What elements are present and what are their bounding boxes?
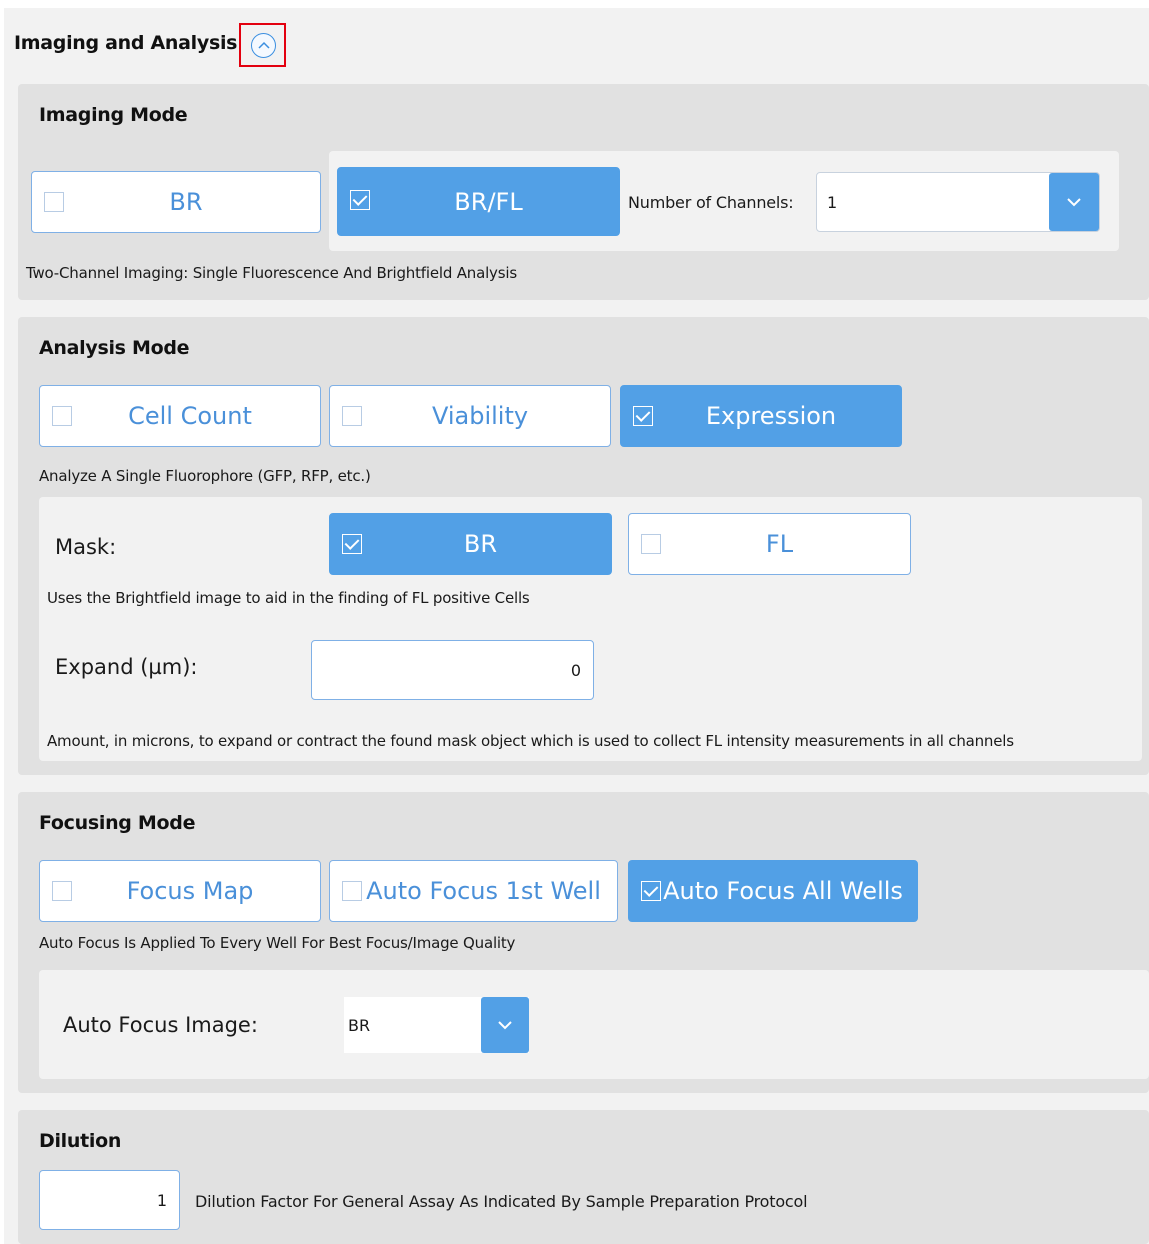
dilution-description: Dilution Factor For General Assay As Ind… (195, 1192, 808, 1211)
mask-br-label: BR (463, 530, 498, 558)
mask-br-toggle[interactable]: BR (329, 513, 612, 575)
expand-description: Amount, in microns, to expand or contrac… (47, 732, 1014, 750)
auto-focus-first-label: Auto Focus 1st Well (366, 877, 601, 905)
imaging-mode-section: Imaging Mode BR BR/FL Number of Channels… (18, 84, 1149, 300)
mask-fl-toggle[interactable]: FL (628, 513, 911, 575)
mask-description: Uses the Brightfield image to aid in the… (47, 589, 530, 607)
focusing-mode-section: Focusing Mode Focus Map Auto Focus 1st W… (18, 792, 1149, 1093)
imaging-brfl-label: BR/FL (454, 187, 523, 216)
page-title: Imaging and Analysis (14, 32, 238, 54)
channels-label: Number of Channels: (628, 193, 794, 212)
chevron-down-icon[interactable] (1049, 173, 1099, 231)
expression-toggle[interactable]: Expression (620, 385, 902, 447)
chevron-up-icon[interactable] (251, 33, 276, 58)
expression-label: Expression (705, 402, 837, 430)
analysis-mode-section: Analysis Mode Cell Count Viability Expre… (18, 317, 1149, 775)
dilution-title: Dilution (39, 1130, 122, 1152)
cell-count-toggle[interactable]: Cell Count (39, 385, 321, 447)
dilution-section: Dilution 1 Dilution Factor For General A… (18, 1110, 1149, 1244)
imaging-mode-description: Two-Channel Imaging: Single Fluorescence… (26, 264, 517, 282)
auto-focus-image-panel: Auto Focus Image: BR (39, 970, 1149, 1079)
expand-label: Expand (µm): (55, 655, 198, 679)
focus-map-label: Focus Map (126, 877, 254, 905)
channels-select[interactable]: 1 (816, 172, 1100, 232)
auto-focus-all-toggle[interactable]: Auto Focus All Wells (628, 860, 918, 922)
viability-label: Viability (431, 402, 529, 430)
collapse-button-highlight[interactable] (239, 23, 286, 67)
imaging-brfl-toggle[interactable]: BR/FL (337, 167, 620, 236)
focus-map-toggle[interactable]: Focus Map (39, 860, 321, 922)
auto-focus-image-value: BR (348, 1015, 371, 1035)
imaging-br-toggle[interactable]: BR (31, 171, 321, 233)
imaging-analysis-panel: Imaging and Analysis Imaging Mode BR BR/… (4, 8, 1149, 1244)
analysis-mode-description: Analyze A Single Fluorophore (GFP, RFP, … (39, 467, 371, 485)
imaging-mode-title: Imaging Mode (39, 104, 188, 126)
expand-input[interactable]: 0 (311, 640, 594, 700)
chevron-down-icon[interactable] (481, 997, 529, 1053)
auto-focus-image-select[interactable]: BR (344, 997, 529, 1053)
auto-focus-first-toggle[interactable]: Auto Focus 1st Well (329, 860, 618, 922)
imaging-br-label: BR (169, 188, 203, 216)
focusing-mode-title: Focusing Mode (39, 812, 196, 834)
auto-focus-image-label: Auto Focus Image: (63, 1013, 258, 1037)
dilution-input[interactable]: 1 (39, 1170, 180, 1230)
viability-toggle[interactable]: Viability (329, 385, 611, 447)
cell-count-label: Cell Count (128, 402, 252, 430)
analysis-mode-title: Analysis Mode (39, 337, 190, 359)
brfl-options-group: BR/FL Number of Channels: 1 (329, 151, 1119, 251)
focusing-mode-description: Auto Focus Is Applied To Every Well For … (39, 934, 516, 952)
mask-options-panel: Mask: BR FL Uses the Brightfield image t… (39, 497, 1142, 761)
mask-label: Mask: (55, 535, 117, 559)
channels-value: 1 (827, 192, 838, 212)
mask-fl-label: FL (765, 530, 794, 558)
auto-focus-all-label: Auto Focus All Wells (663, 877, 903, 905)
